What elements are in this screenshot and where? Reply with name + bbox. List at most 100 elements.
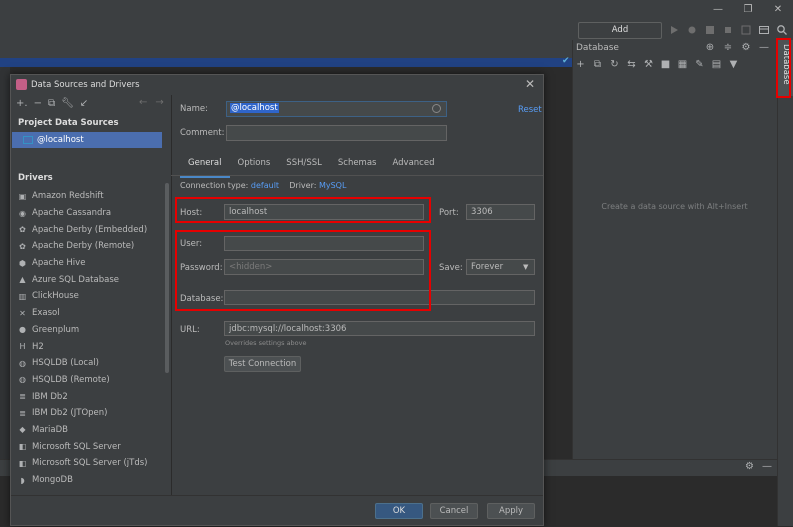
refresh-icon[interactable]: ↻	[608, 58, 621, 72]
driver-item[interactable]: ◗ MongoDB	[18, 472, 168, 489]
driver-label: Greenplum	[32, 324, 80, 335]
edit-icon[interactable]: ✎	[693, 58, 706, 72]
driver-label: Apache Hive	[32, 258, 86, 269]
derby-icon: ✿	[19, 241, 26, 251]
tab-advanced[interactable]: Advanced	[384, 156, 442, 176]
coverage-icon[interactable]	[704, 24, 716, 36]
search-icon[interactable]	[776, 24, 788, 36]
driver-item[interactable]: ≣ IBM Db2 (JTOpen)	[18, 405, 168, 422]
run-icon[interactable]	[668, 24, 680, 36]
connection-type-link[interactable]: default	[251, 181, 279, 190]
copy-icon[interactable]: ⧉	[591, 58, 604, 72]
gear-icon[interactable]: ⚙	[745, 461, 754, 472]
driver-link[interactable]: MySQL	[319, 181, 346, 190]
driver-label: HSQLDB (Remote)	[32, 374, 110, 385]
name-value: @localhost	[230, 103, 279, 113]
stop-icon[interactable]	[722, 24, 734, 36]
driver-label: Microsoft SQL Server	[32, 441, 121, 452]
tab-ssh-ssl[interactable]: SSH/SSL	[278, 156, 330, 176]
ok-button[interactable]: OK	[375, 503, 423, 519]
sidebar-scrollbar[interactable]	[165, 183, 169, 373]
database-empty-hint: Create a data source with Alt+Insert	[601, 202, 748, 211]
redshift-icon: ▣	[18, 191, 27, 201]
mongodb-icon: ◗	[20, 475, 25, 485]
driver-label: Apache Cassandra	[32, 208, 112, 219]
hsqldb-icon: ◍	[19, 358, 26, 368]
driver-item[interactable]: ◧ Microsoft SQL Server (jTds)	[18, 455, 168, 472]
driver-item[interactable]: ✿ Apache Derby (Remote)	[18, 238, 168, 255]
driver-item[interactable]: ▣ Amazon Redshift	[18, 188, 168, 205]
minimize-button[interactable]: —	[703, 0, 733, 19]
hide-icon[interactable]: —	[758, 42, 770, 53]
debug-icon[interactable]	[686, 24, 698, 36]
driver-item[interactable]: ◍ HSQLDB (Remote)	[18, 372, 168, 389]
history-arrows: ← →	[139, 97, 164, 108]
layout-icon[interactable]	[758, 24, 770, 36]
test-connection-button[interactable]: Test Connection	[224, 356, 301, 372]
comment-field[interactable]	[226, 125, 447, 141]
make-global-icon[interactable]: ↙	[80, 97, 88, 111]
highlight-outline-host	[175, 197, 431, 223]
apply-button[interactable]: Apply	[487, 503, 535, 519]
tab-schemas[interactable]: Schemas	[330, 156, 385, 176]
chevron-down-icon[interactable]: ▼	[523, 263, 528, 271]
exasol-icon: ✕	[19, 308, 26, 318]
driver-item[interactable]: ✿ Apache Derby (Embedded)	[18, 221, 168, 238]
url-field[interactable]: jdbc:mysql://localhost:3306	[224, 321, 535, 336]
driver-item[interactable]: ◉ Apache Cassandra	[18, 205, 168, 222]
collapse-icon[interactable]: ≑	[722, 42, 734, 53]
data-source-item-localhost[interactable]	[12, 132, 162, 148]
close-window-button[interactable]: ✕	[763, 0, 793, 19]
driver-item[interactable]: ▥ ClickHouse	[18, 288, 168, 305]
driver-label: ClickHouse	[32, 291, 79, 302]
add-icon[interactable]: +	[574, 58, 587, 72]
name-label: Name:	[180, 104, 208, 114]
dialog-title: Data Sources and Drivers	[31, 80, 140, 90]
cancel-button[interactable]: Cancel	[430, 503, 478, 519]
maximize-button[interactable]: ❐	[733, 0, 763, 19]
table-icon[interactable]: ▦	[676, 58, 689, 72]
driver-item[interactable]: ◍ HSQLDB (Local)	[18, 355, 168, 372]
sync-icon[interactable]: ⇆	[625, 58, 638, 72]
hide-icon[interactable]: —	[762, 461, 772, 472]
wrench-icon[interactable]: 🔧︎	[61, 97, 74, 111]
driver-label: MariaDB	[32, 424, 68, 435]
data-source-label: @localhost	[37, 135, 84, 145]
globe-icon[interactable]: ⊕	[704, 42, 716, 53]
vcs-icon[interactable]	[740, 24, 752, 36]
driver-item[interactable]: ● Greenplum	[18, 322, 168, 339]
properties-icon[interactable]: ⚒	[642, 58, 655, 72]
remove-icon[interactable]: −	[34, 97, 42, 111]
tab-options[interactable]: Options	[230, 156, 279, 176]
forward-arrow-icon[interactable]: →	[155, 97, 163, 108]
console-icon[interactable]: ▤	[710, 58, 723, 72]
driver-item[interactable]: ≣ IBM Db2	[18, 388, 168, 405]
clickhouse-icon: ▥	[18, 291, 27, 301]
back-arrow-icon[interactable]: ←	[139, 97, 147, 108]
color-picker-icon[interactable]	[432, 104, 441, 113]
filter-icon[interactable]: ▼	[727, 58, 740, 72]
stop-icon[interactable]: ■	[659, 58, 672, 72]
tabs-divider	[171, 175, 543, 176]
driver-item[interactable]: ▲ Azure SQL Database	[18, 271, 168, 288]
driver-label: IBM Db2	[32, 391, 68, 402]
database-toolbar: + ⧉ ↻ ⇆ ⚒ ■ ▦ ✎ ▤ ▼	[574, 58, 740, 74]
driver-label: Driver:	[289, 181, 317, 190]
sidebar-toolbar: +. − ⧉ 🔧︎ ↙	[16, 97, 88, 111]
driver-item[interactable]: H H2	[18, 338, 168, 355]
port-field[interactable]: 3306	[466, 204, 535, 220]
duplicate-icon[interactable]: ⧉	[48, 97, 55, 111]
reset-link[interactable]: Reset	[518, 105, 542, 115]
driver-item[interactable]: ✕ Exasol	[18, 305, 168, 322]
derby-icon: ✿	[19, 225, 26, 235]
close-icon[interactable]: ✕	[525, 77, 535, 91]
cassandra-icon: ◉	[19, 208, 26, 218]
add-icon[interactable]: +.	[16, 97, 28, 111]
driver-label: Amazon Redshift	[32, 191, 104, 202]
add-configuration-button[interactable]: Add Configuration...	[578, 22, 662, 50]
driver-item[interactable]: ◆ MariaDB	[18, 422, 168, 439]
driver-item[interactable]: ◧ Microsoft SQL Server	[18, 438, 168, 455]
gear-icon[interactable]: ⚙	[740, 42, 752, 53]
database-tool-window	[572, 40, 778, 459]
driver-item[interactable]: ⬢ Apache Hive	[18, 255, 168, 272]
